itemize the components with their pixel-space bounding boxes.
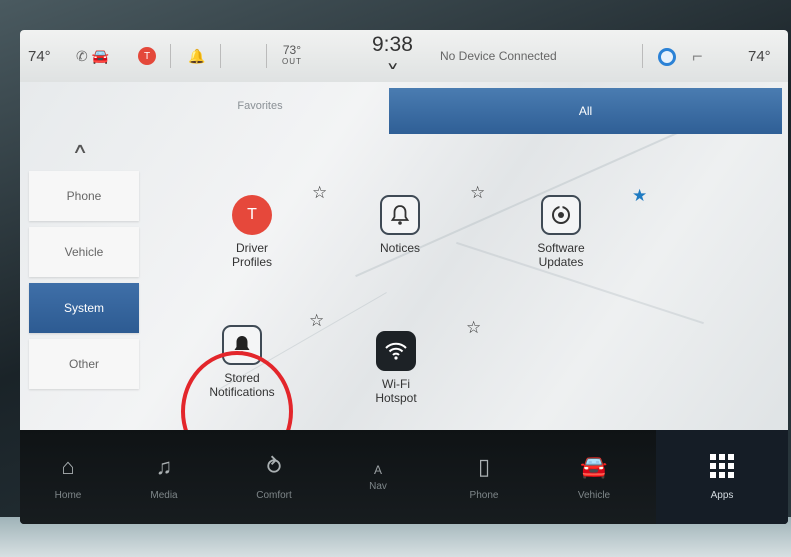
vehicle-icon: 🚘 — [580, 453, 608, 479]
app-software-updates[interactable]: Software Updates — [516, 195, 606, 269]
chevron-up-icon[interactable]: ∧ — [72, 140, 88, 157]
nav-home[interactable]: ⌂ Home — [20, 430, 116, 524]
favorite-star-filled-icon[interactable]: ★ — [632, 186, 647, 206]
app-wifi-hotspot[interactable]: Wi-Fi Hotspot — [356, 331, 436, 405]
notification-bell-icon[interactable]: 🔔 — [188, 30, 205, 82]
connection-icons: ✆ 🚘 — [76, 30, 109, 82]
nav-label: Nav — [369, 480, 387, 492]
category-system[interactable]: System — [29, 283, 139, 333]
clock[interactable]: 9:38 ∨ — [372, 30, 413, 82]
bottom-nav: ⌂ Home ♫ Media ⥁ Comfort A Nav ▯ Phone 🚘… — [20, 430, 788, 524]
nav-label: Vehicle — [577, 489, 611, 501]
apps-panel: Favorites All ∧ Phone Vehicle System Oth… — [20, 82, 788, 472]
clock-time: 9:38 — [372, 33, 413, 56]
software-update-icon — [541, 195, 581, 235]
nav-label: Phone — [469, 489, 499, 501]
nav-apps[interactable]: Apps — [656, 430, 788, 524]
favorite-star-icon[interactable]: ☆ — [309, 311, 324, 331]
infotainment-screen: 74° ✆ 🚘 T 🔔 73° OUT 9:38 ∨ No Device Con… — [20, 30, 788, 524]
divider — [642, 44, 643, 68]
app-notices[interactable]: Notices — [360, 195, 440, 255]
outside-temp-value: 73° — [282, 43, 302, 57]
wifi-icon — [376, 331, 416, 371]
passenger-temperature[interactable]: 74° — [748, 30, 771, 82]
phone-icon: ▯ — [477, 453, 491, 479]
chevron-down-icon: ∨ — [385, 61, 400, 72]
music-note-icon: ♫ — [155, 453, 173, 479]
nav-phone[interactable]: ▯ Phone — [436, 430, 532, 524]
category-other[interactable]: Other — [29, 339, 139, 389]
nav-comfort[interactable]: ⥁ Comfort — [226, 430, 322, 524]
app-label: Driver Profiles — [231, 241, 272, 269]
seat-heater-icon[interactable]: ⌐ — [692, 30, 703, 82]
divider — [266, 44, 267, 68]
device-status: No Device Connected — [440, 49, 557, 63]
app-label: Notices — [379, 241, 420, 255]
app-driver-profiles[interactable]: T Driver Profiles — [212, 195, 292, 269]
category-vehicle[interactable]: Vehicle — [29, 227, 139, 277]
tab-all[interactable]: All — [389, 88, 782, 134]
nav-label: Apps — [710, 489, 734, 501]
comfort-icon: ⥁ — [266, 453, 282, 479]
nav-media[interactable]: ♫ Media — [116, 430, 212, 524]
app-label: Software Updates — [537, 241, 585, 269]
outside-temp-label: OUT — [282, 57, 302, 66]
outside-temperature: 73° OUT — [282, 30, 302, 82]
app-label: Wi-Fi Hotspot — [375, 377, 417, 405]
divider — [170, 44, 171, 68]
favorite-star-icon[interactable]: ☆ — [466, 318, 481, 338]
nav-label: Home — [54, 489, 82, 501]
nav-label: Media — [150, 489, 178, 501]
tab-favorites[interactable]: Favorites — [132, 82, 388, 130]
nav-label: Comfort — [256, 489, 292, 501]
phone-link-icon: ✆ — [76, 47, 88, 64]
driver-profile-icon: T — [232, 195, 272, 235]
nav-navigation[interactable]: A Nav — [330, 430, 426, 524]
nav-vehicle[interactable]: 🚘 Vehicle — [546, 430, 642, 524]
divider — [220, 44, 221, 68]
apps-grid-icon — [710, 453, 734, 478]
bell-icon — [380, 195, 420, 235]
voice-assistant-icon[interactable] — [658, 48, 676, 66]
car-icon: 🚘 — [91, 47, 110, 64]
nav-direction: A — [373, 462, 382, 477]
favorite-star-icon[interactable]: ☆ — [470, 183, 485, 203]
driver-profile-badge[interactable]: T — [138, 47, 156, 65]
driver-temperature[interactable]: 74° — [28, 30, 51, 82]
home-icon: ⌂ — [61, 453, 75, 479]
favorite-star-icon[interactable]: ☆ — [312, 183, 327, 203]
status-bar: 74° ✆ 🚘 T 🔔 73° OUT 9:38 ∨ No Device Con… — [20, 30, 788, 82]
category-phone[interactable]: Phone — [29, 171, 139, 221]
